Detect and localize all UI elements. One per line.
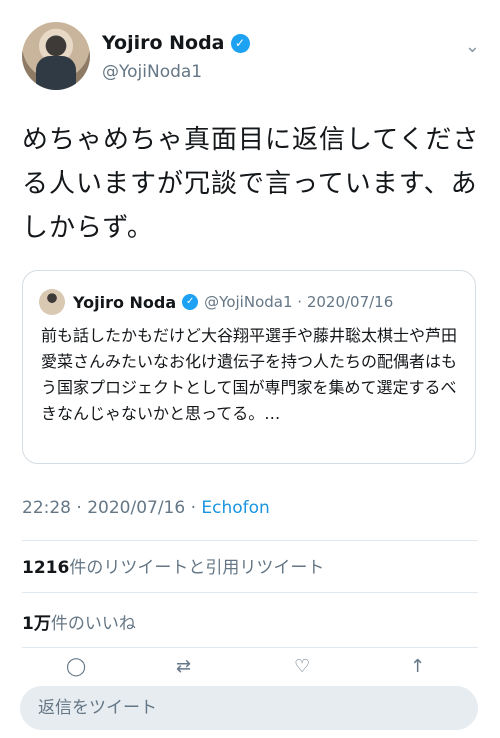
- quoted-tweet[interactable]: Yojiro Noda ✓ @YojiNoda1 · 2020/07/16 前も…: [22, 270, 476, 464]
- quoted-meta: @YojiNoda1 · 2020/07/16: [204, 293, 394, 311]
- action-bar: ◯ ⇄ ♡ ↑: [0, 656, 500, 680]
- timestamp-via[interactable]: Echofon: [201, 498, 269, 518]
- like-stats[interactable]: 1万件のいいね: [22, 609, 136, 634]
- retweet-label: 件のリツイートと引用リツイート: [69, 558, 325, 578]
- tweet-text: めちゃめちゃ真面目に返信してくださる人いますが冗談で言っています、あしからず。: [22, 125, 480, 243]
- tweet-timestamp: 22:28 · 2020/07/16 · Echofon: [22, 498, 270, 518]
- reply-input[interactable]: 返信をツイート: [20, 686, 478, 730]
- author-name-row: Yojiro Noda ✓: [102, 32, 250, 54]
- divider: [22, 592, 478, 593]
- timestamp-time[interactable]: 22:28 · 2020/07/16 ·: [22, 498, 201, 518]
- verified-badge-icon: ✓: [230, 33, 250, 53]
- avatar[interactable]: [22, 22, 90, 90]
- divider: [22, 540, 478, 541]
- divider: [22, 647, 478, 648]
- author-handle[interactable]: @YojiNoda1: [102, 62, 202, 82]
- like-count: 1万: [22, 614, 51, 634]
- verified-badge-icon: ✓: [182, 294, 199, 310]
- chevron-down-icon[interactable]: ⌄: [465, 36, 480, 57]
- quoted-author-name: Yojiro Noda: [73, 292, 177, 312]
- quoted-tweet-text: 前も話したかもだけど大谷翔平選手や藤井聡太棋士や芦田愛菜さんみたいなお化け遺伝子…: [41, 326, 458, 423]
- tweet-header: Yojiro Noda ✓ @YojiNoda1 ⌄: [22, 22, 482, 94]
- reply-icon[interactable]: ◯: [66, 656, 86, 677]
- heart-icon[interactable]: ♡: [294, 656, 310, 677]
- quoted-tweet-header: Yojiro Noda ✓ @YojiNoda1 · 2020/07/16: [39, 289, 393, 315]
- share-icon[interactable]: ↑: [410, 656, 425, 677]
- quoted-avatar: [39, 289, 65, 315]
- retweet-stats[interactable]: 1216件のリツイートと引用リツイート: [22, 553, 324, 578]
- author-name[interactable]: Yojiro Noda: [102, 32, 225, 54]
- retweet-count: 1216: [22, 558, 70, 578]
- like-label: 件のいいね: [50, 614, 136, 634]
- retweet-icon[interactable]: ⇄: [176, 656, 191, 677]
